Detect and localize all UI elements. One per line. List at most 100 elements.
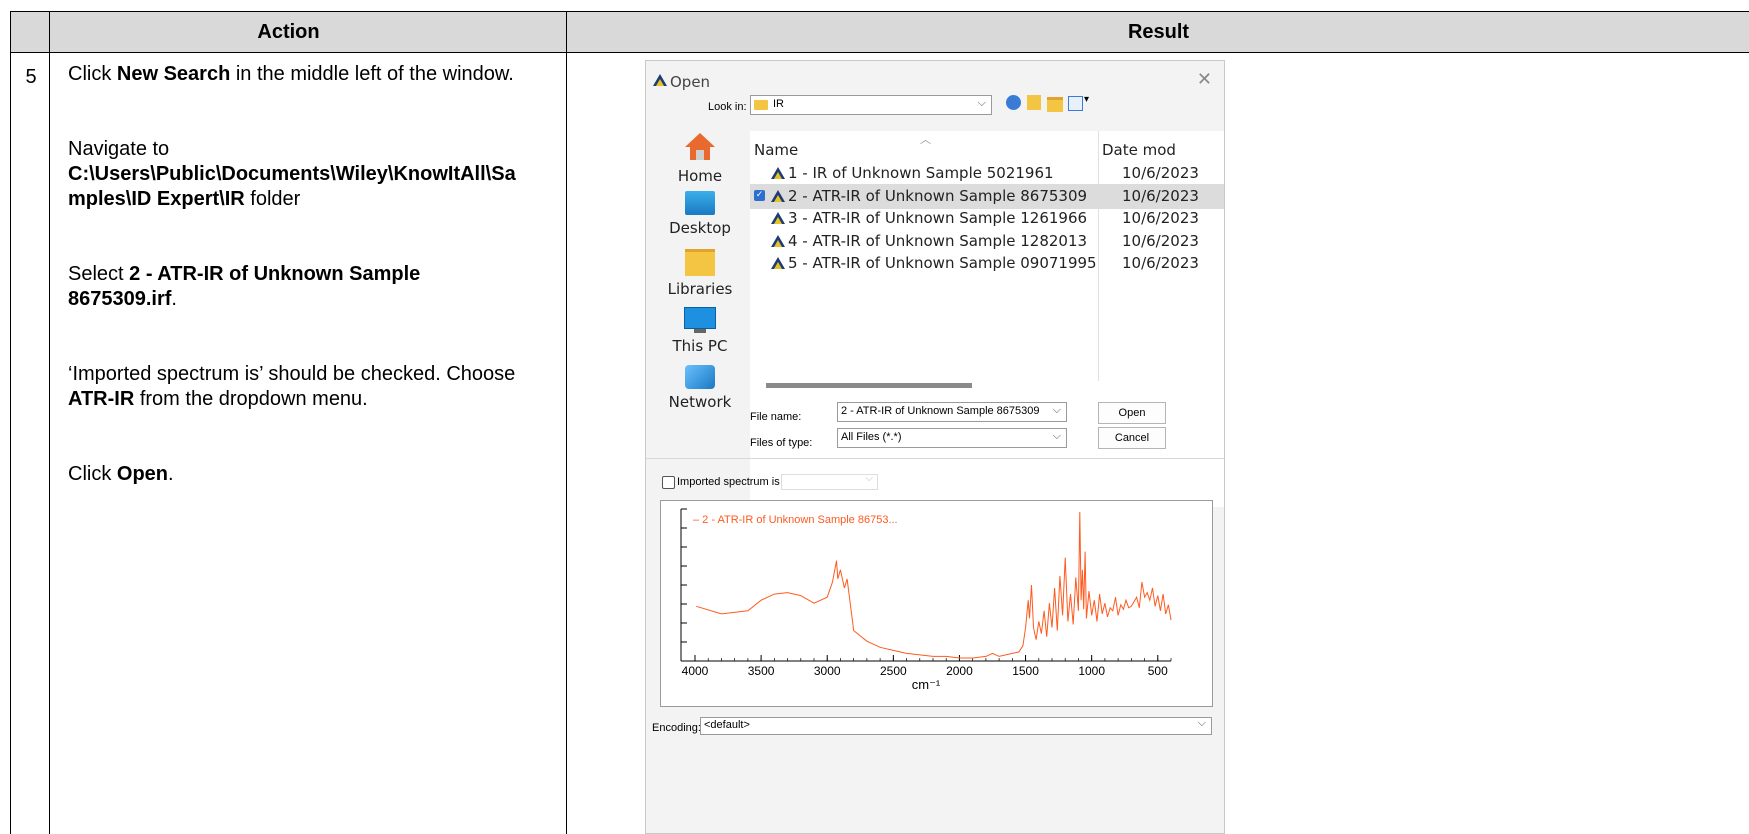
x-tick-label: 4000 [682, 664, 709, 678]
action-header: Action [11, 12, 566, 53]
bold-text: Open [116, 463, 169, 485]
chevron-down-icon: ⌵ [865, 473, 873, 484]
file-name: 5 - ATR-IR of Unknown Sample 09071995 [788, 254, 1097, 272]
text: from the dropdown menu. [134, 388, 368, 410]
encoding-value: <default> [704, 719, 750, 731]
imported-type-select[interactable]: ⌵ [781, 473, 878, 490]
step-number: 5 [25, 66, 37, 88]
imported-checkbox[interactable] [662, 476, 675, 489]
file-date: 10/6/2023 [1122, 254, 1199, 272]
back-icon[interactable] [1006, 95, 1021, 110]
divider [49, 12, 50, 834]
separator [646, 458, 1224, 459]
file-name: 3 - ATR-IR of Unknown Sample 1261966 [788, 209, 1088, 227]
x-tick-label: 2500 [880, 664, 907, 678]
text: . [171, 288, 177, 310]
file-name-input[interactable]: 2 - ATR-IR of Unknown Sample 8675309 ⌵ [837, 402, 1067, 422]
bold-text: 2 - ATR-IR of Unknown Sample [129, 263, 421, 285]
action-paragraph: Select 2 - ATR-IR of Unknown Sample 86753… [68, 262, 628, 312]
file-name: 1 - IR of Unknown Sample 5021961 [788, 164, 1054, 182]
text: Click [68, 463, 117, 485]
nav-desktop[interactable]: Desktop [652, 191, 748, 237]
x-tick-label: 3000 [814, 664, 841, 678]
spectrum-line [696, 511, 1172, 659]
legend-entry: – 2 - ATR-IR of Unknown Sample 86753... [693, 514, 898, 526]
x-tick-label: 500 [1148, 664, 1168, 678]
file-name-label: File name: [750, 411, 802, 423]
new-folder-icon[interactable] [1047, 97, 1063, 112]
text: Click [68, 63, 117, 85]
desktop-icon [685, 191, 715, 215]
spectrum-file-icon [771, 212, 785, 224]
file-row[interactable]: ✓ 2 - ATR-IR of Unknown Sample 8675309 10/… [750, 183, 1224, 209]
bold-text: mples\ID Expert\IR [68, 188, 245, 210]
file-name: 2 - ATR-IR of Unknown Sample 8675309 [788, 186, 1088, 205]
action-paragraph: Click New Search in the middle left of t… [68, 62, 628, 87]
home-icon [685, 133, 715, 160]
nav-label: Desktop [669, 219, 731, 237]
action-paragraph: ‘Imported spectrum is’ should be checked… [68, 362, 628, 412]
spectrum-file-icon [771, 257, 785, 269]
encoding-select[interactable]: <default> ⌵ [700, 716, 1212, 735]
computer-icon [684, 307, 716, 329]
cancel-button[interactable]: Cancel [1098, 427, 1166, 449]
nav-label: This PC [672, 337, 728, 355]
spectrum-file-icon [771, 189, 785, 202]
caret-down-icon[interactable]: ▾ [1084, 94, 1089, 105]
files-of-type-value: All Files (*.*) [841, 431, 902, 443]
encoding-label: Encoding: [652, 722, 701, 734]
column-name[interactable]: Name [754, 141, 798, 159]
horizontal-scrollbar[interactable] [766, 383, 972, 388]
file-list: Name ︿ Date mod 1 - IR of Unknown Sample… [750, 131, 1224, 507]
file-date: 10/6/2023 [1122, 209, 1199, 227]
x-tick-label: 1500 [1012, 664, 1039, 678]
spectrum-file-icon [771, 234, 785, 247]
x-tick-label: 3500 [748, 664, 775, 678]
app-icon [652, 72, 668, 91]
close-icon[interactable]: ✕ [1197, 69, 1212, 90]
text: Select [68, 263, 130, 285]
open-dialog: Open ✕ Look in: IR ⌵ ▾ Home Desktop Libr… [645, 60, 1225, 834]
chevron-down-icon: ⌵ [1052, 429, 1061, 442]
chevron-down-icon: ⌵ [1052, 403, 1061, 416]
look-in-value: IR [773, 98, 784, 110]
nav-label: Network [668, 393, 732, 411]
text: ‘Imported spectrum is’ should be checked… [68, 363, 516, 385]
nav-network[interactable]: Network [652, 365, 748, 411]
nav-home[interactable]: Home [652, 131, 748, 185]
file-row[interactable]: 5 - ATR-IR of Unknown Sample 09071995 10/… [750, 251, 1224, 276]
files-of-type-select[interactable]: All Files (*.*) ⌵ [837, 428, 1067, 448]
places-bar: Home Desktop Libraries This PC Network [652, 131, 748, 561]
column-date[interactable]: Date mod [1102, 141, 1176, 159]
bold-text: C:\Users\Public\Documents\Wiley\KnowItAl… [68, 163, 516, 185]
up-folder-icon[interactable] [1027, 95, 1041, 110]
x-axis-label: cm⁻¹ [912, 677, 941, 692]
result-header: Result [567, 12, 1749, 53]
file-row[interactable]: 1 - IR of Unknown Sample 5021961 10/6/202… [750, 161, 1224, 186]
folder-icon [754, 100, 768, 110]
libraries-icon [685, 249, 715, 276]
file-row[interactable]: 3 - ATR-IR of Unknown Sample 1261966 10/6… [750, 206, 1224, 231]
chevron-down-icon: ⌵ [1197, 716, 1206, 729]
nav-label: Libraries [667, 280, 733, 298]
checkbox-checked-icon[interactable]: ✓ [754, 189, 765, 201]
text: in the middle left of the window. [230, 63, 514, 85]
look-in-select[interactable]: IR ⌵ [750, 95, 992, 115]
view-menu-icon[interactable] [1068, 96, 1083, 111]
files-of-type-label: Files of type: [750, 437, 813, 449]
action-text: Click New Search in the middle left of t… [68, 62, 628, 487]
bold-text: New Search [116, 63, 231, 85]
nav-libraries[interactable]: Libraries [652, 249, 748, 298]
x-tick-label: 1000 [1078, 664, 1105, 678]
imported-label: Imported spectrum is [677, 476, 780, 488]
x-tick-label: 2000 [946, 664, 973, 678]
nav-this-pc[interactable]: This PC [652, 307, 748, 355]
text: folder [244, 188, 301, 210]
file-row[interactable]: 4 - ATR-IR of Unknown Sample 1282013 10/6… [750, 229, 1224, 254]
dialog-title: Open [670, 73, 711, 91]
open-button[interactable]: Open [1098, 402, 1166, 424]
sort-up-icon: ︿ [920, 133, 931, 146]
network-icon [685, 365, 715, 389]
action-paragraph: Navigate to C:\Users\Public\Documents\Wil… [68, 137, 628, 212]
text: Navigate to [68, 138, 170, 160]
